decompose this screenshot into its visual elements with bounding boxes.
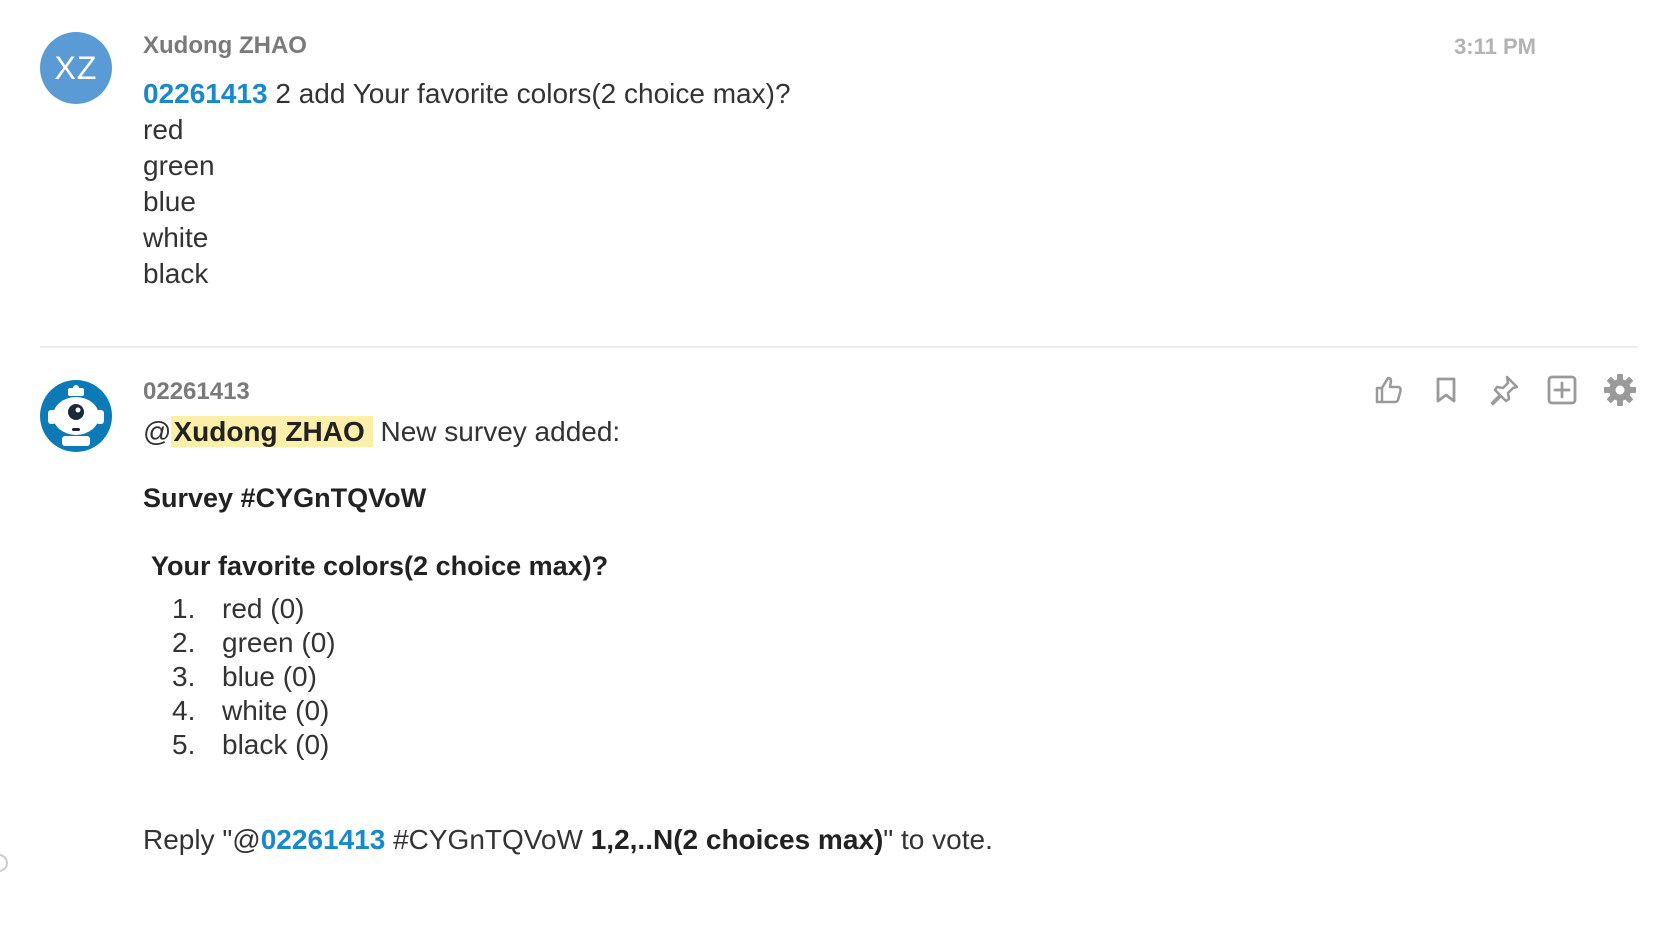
option-number: 2. [172, 627, 196, 658]
list-item: 4. white (0) [172, 694, 336, 728]
reply-line: @Xudong ZHAO New survey added: [143, 414, 620, 450]
vote-instructions: Reply "@02261413 #CYGnTQVoW 1,2,..N(2 ch… [143, 822, 993, 858]
user-mention[interactable]: Xudong ZHAO [171, 416, 373, 447]
thumbs-up-icon[interactable] [1370, 372, 1406, 408]
survey-question: Your favorite colors(2 choice max)? [151, 551, 609, 581]
option-line: green [143, 150, 215, 181]
add-square-icon[interactable] [1544, 372, 1580, 408]
vote-choices: 1,2,..N(2 choices max) [590, 824, 884, 855]
option-line: black [143, 258, 209, 289]
list-item: 5. black (0) [172, 728, 336, 762]
reply-text: New survey added: [372, 416, 621, 447]
message-body: 02261413 2 add Your favorite colors(2 ch… [143, 76, 791, 292]
survey-options: 1. red (0) 2. green (0) 3. blue (0) 4. white… [172, 592, 336, 762]
option-label: blue (0) [222, 661, 317, 692]
command-line: 02261413 2 add Your favorite colors(2 ch… [143, 76, 791, 112]
list-item: 3. blue (0) [172, 660, 336, 694]
vote-prefix: Reply "@ [143, 824, 261, 855]
option-label: red (0) [222, 593, 305, 624]
option-number: 4. [172, 695, 196, 726]
bot-mention-link[interactable]: 02261413 [261, 824, 386, 855]
list-item: 2. green (0) [172, 626, 336, 660]
robot-icon [48, 385, 104, 446]
avatar-xz[interactable]: XZ [40, 32, 112, 104]
option-label: black (0) [222, 729, 330, 760]
option-line: white [143, 222, 209, 253]
message-xudong: XZ Xudong ZHAO 3:11 PM 02261413 2 add Yo… [0, 0, 1666, 348]
option-number: 3. [172, 661, 196, 692]
pin-icon[interactable] [1486, 372, 1522, 408]
list-item: 1. red (0) [172, 592, 336, 626]
command-text: 2 add Your favorite colors(2 choice max)… [267, 78, 791, 109]
message-actions [1370, 372, 1638, 408]
vote-suffix: " to vote. [883, 824, 993, 855]
gear-icon[interactable] [1602, 372, 1638, 408]
bot-mention-link[interactable]: 02261413 [143, 78, 268, 109]
option-label: white (0) [222, 695, 330, 726]
option-number: 1. [172, 593, 196, 624]
sender-name[interactable]: 02261413 [143, 378, 250, 406]
survey-id: Survey #CYGnTQVoW [143, 483, 427, 513]
message-timestamp: 3:11 PM [1454, 34, 1536, 59]
option-line: blue [143, 186, 196, 217]
message-bot: 02261413 @Xudong ZHAO New survey added: … [0, 348, 1666, 938]
vote-survey-tag: #CYGnTQVoW [385, 824, 591, 855]
bot-avatar[interactable] [40, 380, 112, 452]
option-line: red [143, 114, 184, 145]
sender-name[interactable]: Xudong ZHAO [143, 32, 307, 60]
option-label: green (0) [222, 627, 336, 658]
option-number: 5. [172, 729, 196, 760]
at-sign: @ [143, 416, 172, 447]
bookmark-icon[interactable] [1428, 372, 1464, 408]
